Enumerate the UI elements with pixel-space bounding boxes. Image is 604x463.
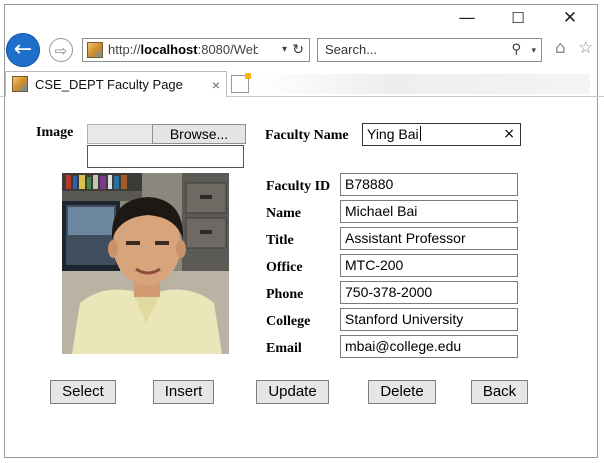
- faculty-name-value: Ying Bai: [367, 126, 421, 142]
- office-label: Office: [266, 260, 303, 275]
- site-favicon-icon: [87, 42, 103, 58]
- close-window-button[interactable]: ✕: [555, 6, 585, 30]
- forward-arrow-icon[interactable]: ⇨: [49, 38, 73, 62]
- search-placeholder: Search...: [325, 42, 378, 57]
- image-label: Image: [36, 125, 74, 140]
- update-button[interactable]: Update: [256, 380, 329, 404]
- tabstrip-background: [255, 74, 590, 94]
- chevron-down-icon[interactable]: ▾: [282, 39, 287, 61]
- tab-cse-dept-faculty-page[interactable]: CSE_DEPT Faculty Page ×: [5, 71, 227, 97]
- college-field[interactable]: Stanford University: [340, 308, 518, 331]
- email-field[interactable]: mbai@college.edu: [340, 335, 518, 358]
- close-tab-icon[interactable]: ×: [212, 72, 220, 98]
- faculty-photo: [62, 173, 229, 354]
- image-path-field[interactable]: [87, 145, 244, 168]
- faculty-id-field[interactable]: B78880: [340, 173, 518, 196]
- address-bar[interactable]: http://localhost:8080/Web ▾ ↻: [82, 38, 310, 62]
- browse-button[interactable]: Browse...: [152, 124, 246, 144]
- name-field[interactable]: Michael Bai: [340, 200, 518, 223]
- new-tab-icon[interactable]: [231, 73, 251, 93]
- delete-button[interactable]: Delete: [368, 380, 436, 404]
- home-icon[interactable]: ⌂: [555, 38, 566, 58]
- minimize-button[interactable]: —: [452, 6, 482, 30]
- insert-button[interactable]: Insert: [153, 380, 214, 404]
- search-input[interactable]: Search... ⚲ ▾: [317, 38, 542, 62]
- phone-field[interactable]: 750-378-2000: [340, 281, 518, 304]
- college-label: College: [266, 314, 311, 329]
- email-label: Email: [266, 341, 302, 356]
- faculty-photo-illustration: [62, 173, 229, 354]
- title-field[interactable]: Assistant Professor: [340, 227, 518, 250]
- favorites-star-icon[interactable]: ☆: [578, 38, 593, 58]
- search-icon[interactable]: ⚲: [511, 39, 521, 61]
- maximize-button[interactable]: ☐: [503, 6, 533, 30]
- select-button[interactable]: Select: [50, 380, 116, 404]
- phone-label: Phone: [266, 287, 304, 302]
- url-text[interactable]: http://localhost:8080/Web: [108, 39, 258, 61]
- name-label: Name: [266, 206, 301, 221]
- tab-title: CSE_DEPT Faculty Page: [35, 77, 183, 92]
- site-favicon-icon: [12, 76, 28, 92]
- file-path-display[interactable]: [87, 124, 152, 144]
- office-field[interactable]: MTC-200: [340, 254, 518, 277]
- faculty-name-label: Faculty Name: [265, 128, 349, 143]
- back-arrow-icon[interactable]: ←: [6, 33, 40, 67]
- faculty-id-label: Faculty ID: [266, 179, 331, 194]
- chevron-down-icon[interactable]: ▾: [531, 39, 536, 61]
- refresh-icon[interactable]: ↻: [292, 39, 304, 61]
- back-button[interactable]: Back: [471, 380, 528, 404]
- clear-input-icon[interactable]: ×: [503, 124, 515, 145]
- faculty-name-input[interactable]: Ying Bai ×: [362, 123, 521, 146]
- title-label: Title: [266, 233, 294, 248]
